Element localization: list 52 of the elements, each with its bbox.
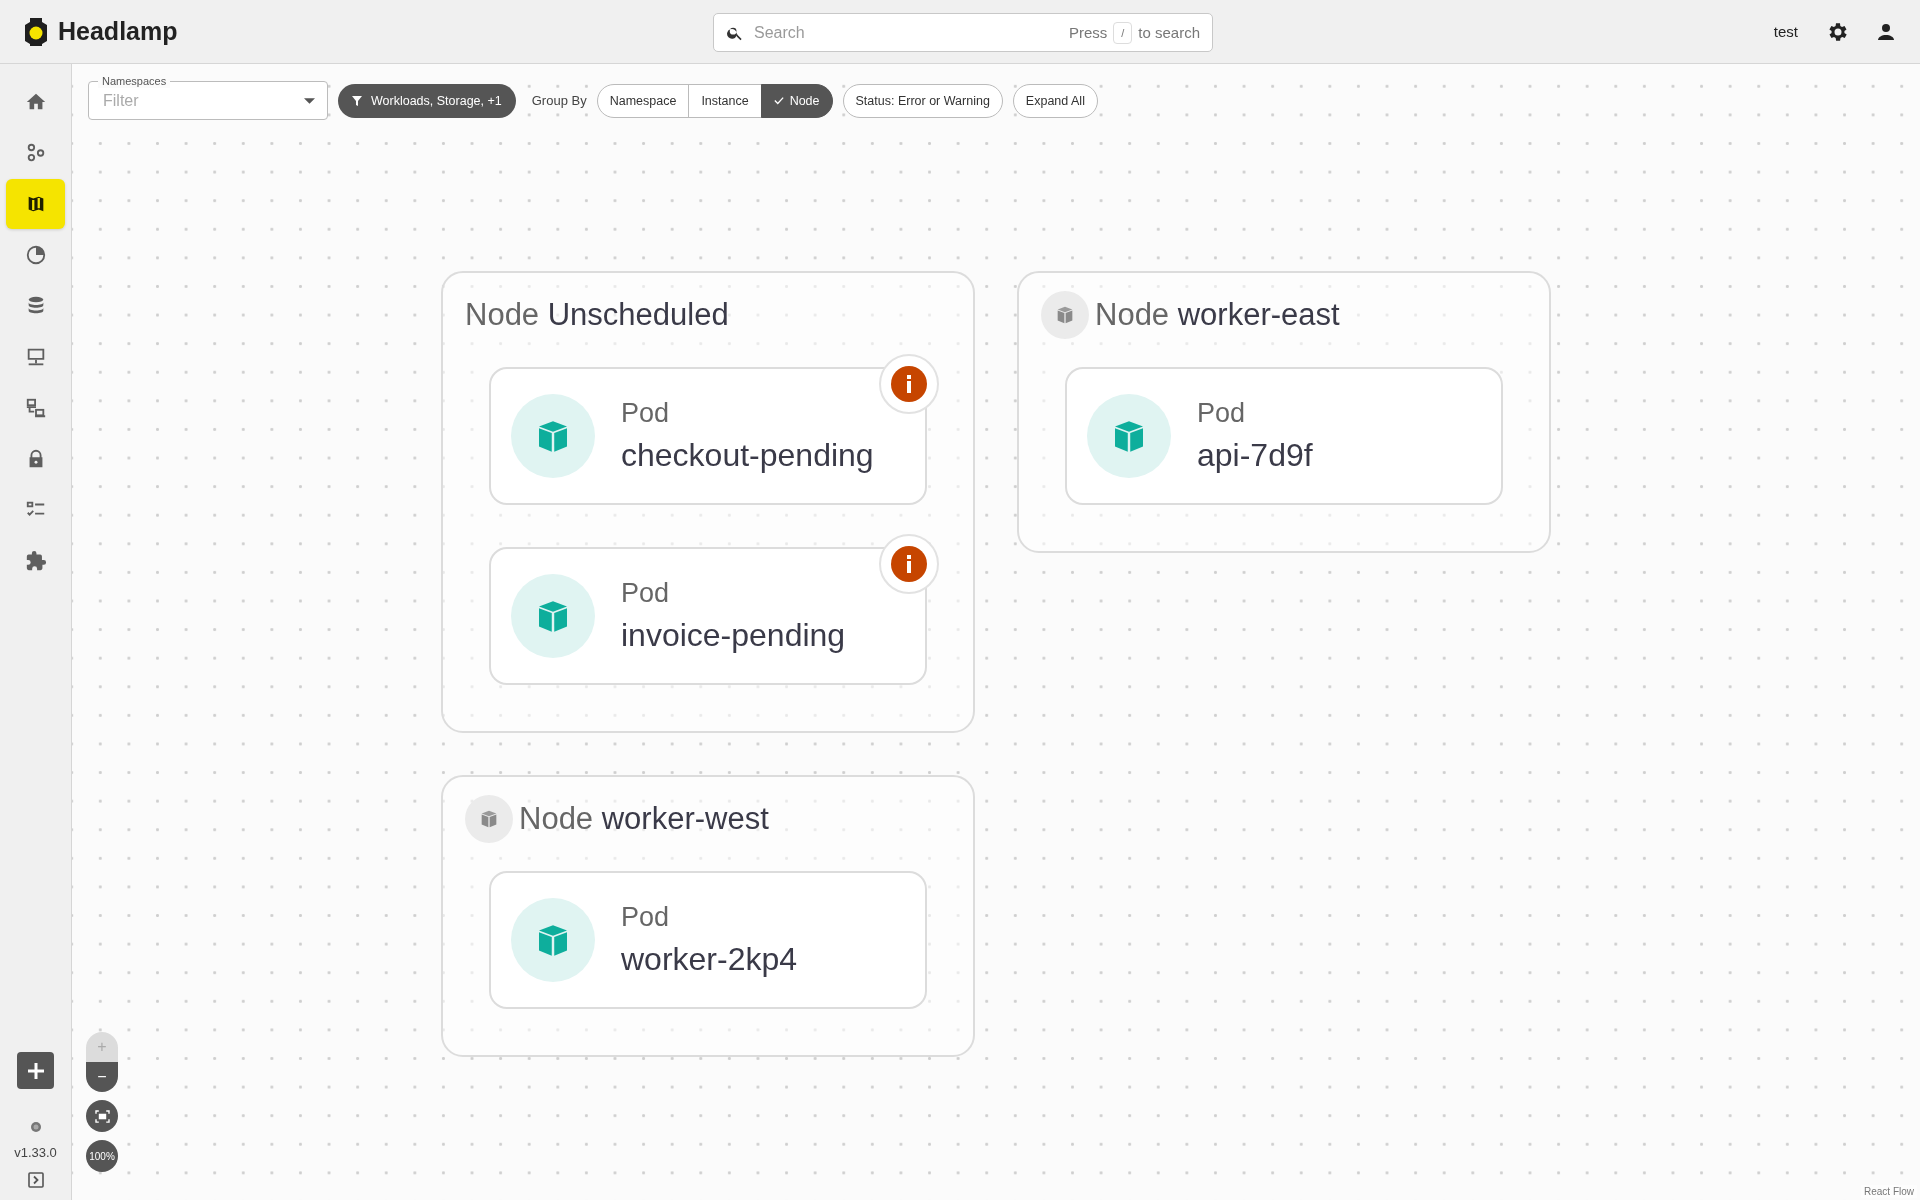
pod-kind: Pod [1197,398,1247,429]
pod-name: invoice-pending [621,617,846,654]
group-by-option[interactable]: Node [760,83,833,118]
user-name: test [1773,23,1798,40]
search-input[interactable]: Search [750,22,1063,43]
pod-card[interactable]: Pod invoice-pending [489,547,927,685]
node-group[interactable]: Node worker-east Pod api-7d9f [1017,271,1551,553]
group-by-label: Group By [531,93,587,108]
gateway-icon [24,397,47,419]
zoom-level-button[interactable]: 100% [86,1140,118,1172]
add-button[interactable] [17,1052,54,1089]
node-group[interactable]: Node worker-west Pod worker-2kp4 [441,775,975,1057]
fit-view-button[interactable] [86,1100,118,1132]
pod-card[interactable]: Pod checkout-pending [489,367,927,505]
app-title: Headlamp [58,17,178,46]
plus-icon [25,1060,46,1081]
node-title: Node worker-east [1095,297,1340,333]
shortcut-key: / [1113,21,1133,44]
node-group[interactable]: Node Unscheduled Pod checkout-pending Pod invoice-pending [441,271,975,733]
namespace-input[interactable]: Filter [101,90,304,111]
fit-view-icon [94,1109,110,1123]
filter-icon [352,95,362,106]
pod-kind: Pod [621,398,671,429]
node-title: Node worker-west [519,801,769,837]
expand-sidebar-icon[interactable] [27,1172,44,1188]
plugin-icon [24,550,47,572]
status-filter-button[interactable]: Status: Error or Warning [842,83,1003,118]
sidebar-item[interactable] [6,179,65,229]
check-icon [773,96,784,105]
pod-card[interactable]: Pod api-7d9f [1065,367,1503,505]
search-field[interactable]: Search Press / to search [713,13,1213,52]
search-hint: Press [1068,24,1108,41]
lamp-logo-icon [22,16,50,47]
pod-name: api-7d9f [1197,437,1313,474]
pod-name: worker-2kp4 [621,941,798,978]
zoom-out-button[interactable]: − [86,1062,118,1092]
filter-chip[interactable]: Workloads, Storage, +1 [338,83,516,118]
pod-kind: Pod [621,578,671,609]
chart-icon [24,244,47,266]
attribution-link[interactable]: React Flow [1861,1185,1917,1198]
pod-kind: Pod [621,902,671,933]
version-label: v1.33.0 [14,1145,57,1160]
helm-icon [29,1121,42,1133]
search-hint: to search [1138,24,1200,41]
pod-name: checkout-pending [621,437,874,474]
pod-card[interactable]: Pod worker-2kp4 [489,871,927,1009]
node-title: Node Unscheduled [465,297,729,333]
group-by-option[interactable]: Namespace [596,83,690,118]
group-by-option[interactable]: Instance [688,83,762,118]
expand-all-button[interactable]: Expand All [1012,83,1098,118]
field-label: Namespaces [98,74,171,88]
dropdown-caret-icon [304,97,315,104]
